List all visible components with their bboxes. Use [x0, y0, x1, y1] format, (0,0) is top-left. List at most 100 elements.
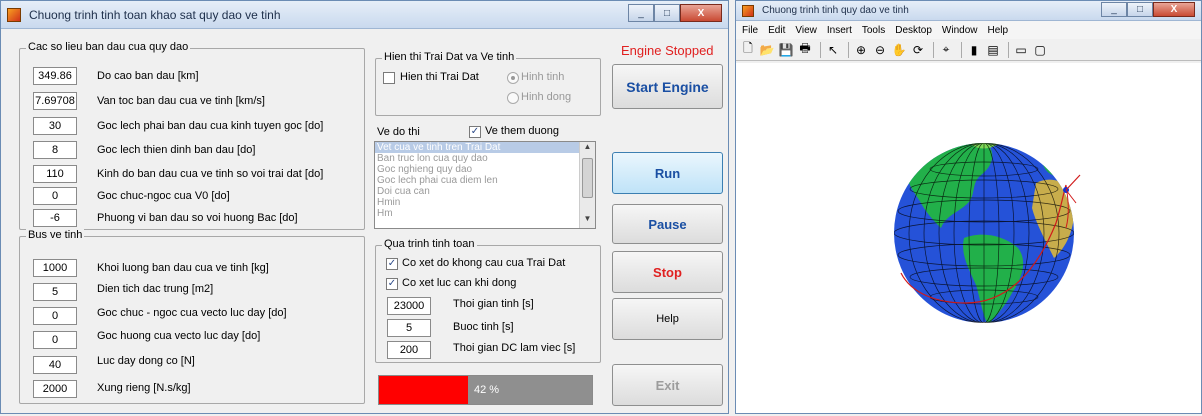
progress-text: 42 %: [474, 384, 500, 396]
pointer-icon[interactable]: ↖: [825, 42, 841, 58]
show-earth-checkbox[interactable]: [383, 72, 395, 84]
help-button[interactable]: Help: [612, 298, 723, 340]
figure-menubar: File Edit View Insert Tools Desktop Wind…: [736, 21, 1201, 39]
calc-time-label: Thoi gian tinh [s]: [453, 298, 534, 310]
static-radio[interactable]: [507, 72, 519, 84]
engine-time-input[interactable]: 200: [387, 341, 431, 359]
figure-window: Chuong trinh tinh quy dao ve tinh _ □ X …: [735, 0, 1202, 414]
menu-window[interactable]: Window: [942, 25, 978, 36]
figure-toolbar: 🗋 📂 💾 🖶 ↖ ⊕ ⊖ ✋ ⟳ ⌖ ▮ ▤ ▭ ▢: [736, 39, 1201, 61]
zoom-out-icon[interactable]: ⊖: [872, 42, 888, 58]
figure-canvas[interactable]: [736, 63, 1201, 413]
scroll-thumb[interactable]: [582, 158, 593, 198]
satellite-vector: [1065, 174, 1081, 191]
thrust-force-input[interactable]: 40: [33, 356, 77, 374]
menu-edit[interactable]: Edit: [768, 25, 785, 36]
list-item[interactable]: Goc lech phai cua diem len: [375, 175, 595, 186]
mass-input[interactable]: 1000: [33, 259, 77, 277]
run-button[interactable]: Run: [612, 152, 723, 194]
list-item[interactable]: Goc nghieng quy dao: [375, 164, 595, 175]
main-window: Chuong trinh tinh toan khao sat quy dao …: [0, 0, 729, 414]
longitude-label: Kinh do ban dau cua ve tinh so voi trai …: [97, 168, 324, 180]
legend-icon[interactable]: ▤: [985, 42, 1001, 58]
stop-button[interactable]: Stop: [612, 251, 723, 293]
step-input[interactable]: 5: [387, 319, 431, 337]
menu-help[interactable]: Help: [988, 25, 1009, 36]
static-radio-label: Hinh tinh: [521, 71, 565, 83]
new-file-icon[interactable]: 🗋: [740, 41, 756, 58]
menu-insert[interactable]: Insert: [827, 25, 852, 36]
list-item[interactable]: Ban truc lon cua quy dao: [375, 153, 595, 164]
pause-button[interactable]: Pause: [612, 204, 723, 244]
close-button[interactable]: X: [1153, 2, 1195, 17]
list-item[interactable]: Doi cua can: [375, 186, 595, 197]
list-item[interactable]: Hm: [375, 208, 595, 219]
exit-button[interactable]: Exit: [612, 364, 723, 406]
zenith-angle-input[interactable]: 8: [33, 141, 77, 159]
bus-group-title: Bus ve tinh: [26, 229, 85, 241]
toolbar-separator: [1008, 41, 1009, 58]
overlay-label: Ve them duong: [485, 125, 560, 137]
pitch-angle-label: Goc chuc-ngoc cua V0 [do]: [97, 190, 230, 202]
menu-tools[interactable]: Tools: [862, 25, 885, 36]
maximize-button[interactable]: □: [654, 4, 680, 22]
overlay-checkbox[interactable]: ✓: [469, 126, 481, 138]
listbox-scrollbar[interactable]: ▲ ▼: [579, 142, 595, 228]
orbit-params-title: Cac so lieu ban dau cua quy dao: [26, 41, 191, 53]
minimize-button[interactable]: _: [1101, 2, 1127, 17]
menu-file[interactable]: File: [742, 25, 758, 36]
altitude-input[interactable]: 349.86: [33, 67, 77, 85]
plot-label: Ve do thi: [377, 126, 420, 138]
pan-icon[interactable]: ✋: [891, 42, 907, 58]
print-icon[interactable]: 🖶: [797, 41, 813, 58]
plot-listbox[interactable]: Vet cua ve tinh tren Trai Dat Ban truc l…: [374, 141, 596, 229]
save-icon[interactable]: 💾: [778, 42, 794, 58]
rotate-icon[interactable]: ⟳: [910, 42, 926, 58]
thrust-pitch-label: Goc chuc - ngoc cua vecto luc day [do]: [97, 307, 287, 319]
thrust-pitch-input[interactable]: 0: [33, 307, 77, 325]
drag-label: Co xet luc can khi dong: [402, 277, 517, 289]
zoom-in-icon[interactable]: ⊕: [853, 42, 869, 58]
main-window-title: Chuong trinh tinh toan khao sat quy dao …: [29, 7, 281, 22]
engine-time-label: Thoi gian DC lam viec [s]: [453, 342, 576, 354]
engine-status: Engine Stopped: [621, 43, 714, 58]
oblateness-label: Co xet do khong cau cua Trai Dat: [402, 257, 566, 269]
maximize-button[interactable]: □: [1127, 2, 1153, 17]
start-engine-button[interactable]: Start Engine: [612, 64, 723, 109]
azimuth-input[interactable]: -6: [33, 209, 77, 227]
specific-impulse-input[interactable]: 2000: [33, 380, 77, 398]
dynamic-radio[interactable]: [507, 92, 519, 104]
calc-time-input[interactable]: 23000: [387, 297, 431, 315]
meridian-offset-input[interactable]: 30: [33, 117, 77, 135]
drag-checkbox[interactable]: ✓: [386, 278, 398, 290]
show-earth-label: Hien thi Trai Dat: [400, 71, 479, 83]
menu-desktop[interactable]: Desktop: [895, 25, 932, 36]
matlab-app-icon: [7, 7, 21, 22]
velocity-input[interactable]: 7.69708: [33, 92, 77, 110]
thrust-heading-input[interactable]: 0: [33, 331, 77, 349]
list-item[interactable]: Vet cua ve tinh tren Trai Dat: [375, 142, 595, 153]
area-input[interactable]: 5: [33, 283, 77, 301]
mass-label: Khoi luong ban dau cua ve tinh [kg]: [97, 262, 269, 274]
thrust-heading-label: Goc huong cua vecto luc day [do]: [97, 330, 261, 342]
scroll-down-icon[interactable]: ▼: [580, 214, 595, 228]
data-cursor-icon[interactable]: ⌖: [938, 42, 954, 58]
zenith-angle-label: Goc lech thien dinh ban dau [do]: [97, 144, 256, 156]
hide-plot-tools-icon[interactable]: ▭: [1013, 42, 1029, 58]
pitch-angle-input[interactable]: 0: [33, 187, 77, 205]
toolbar-separator: [961, 41, 962, 58]
calc-group-title: Qua trinh tinh toan: [382, 238, 477, 250]
minimize-button[interactable]: _: [628, 4, 654, 22]
oblateness-checkbox[interactable]: ✓: [386, 258, 398, 270]
list-item[interactable]: Hmin: [375, 197, 595, 208]
open-folder-icon[interactable]: 📂: [759, 42, 775, 58]
earth-globe-plot[interactable]: [736, 63, 1201, 413]
close-button[interactable]: X: [680, 4, 722, 22]
scroll-up-icon[interactable]: ▲: [580, 142, 595, 156]
toolbar-separator: [820, 41, 821, 58]
longitude-input[interactable]: 110: [33, 165, 77, 183]
menu-view[interactable]: View: [795, 25, 817, 36]
meridian-offset-label: Goc lech phai ban dau cua kinh tuyen goc…: [97, 120, 324, 132]
colorbar-icon[interactable]: ▮: [966, 42, 982, 58]
show-plot-tools-icon[interactable]: ▢: [1032, 42, 1048, 58]
